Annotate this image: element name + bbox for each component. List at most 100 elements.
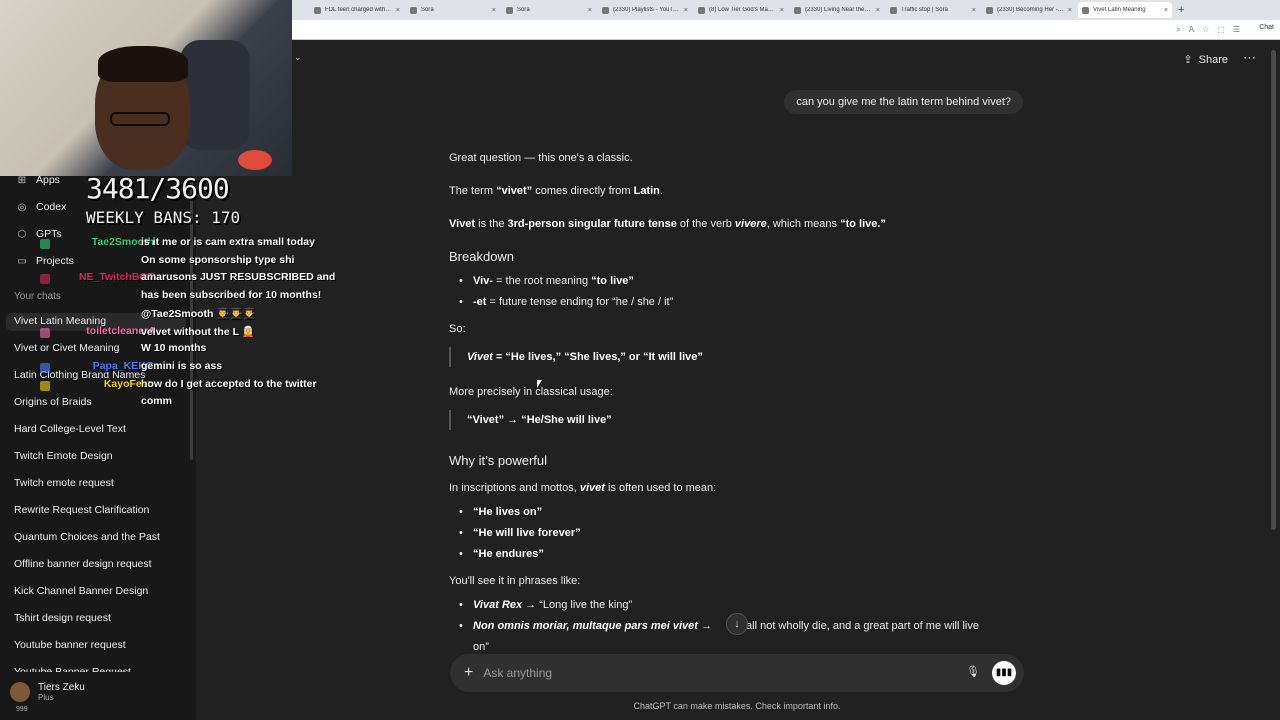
stream-chat-message: @Tae2Smooth 👨‍🎓👨‍🎓👨‍🎓 bbox=[20, 307, 360, 325]
translate-icon[interactable]: A bbox=[1189, 25, 1194, 35]
voice-mode-button[interactable]: ▮▮▮ bbox=[992, 661, 1016, 685]
sidebar-chat-item[interactable]: Youtube banner request bbox=[14, 639, 126, 651]
disclaimer: ChatGPT can make mistakes. Check importa… bbox=[633, 701, 841, 711]
stream-chat-message: W 10 months bbox=[20, 342, 360, 360]
sidebar-chat-item[interactable]: Rewrite Request Clarification bbox=[14, 504, 149, 516]
sidebar-chat-item[interactable]: Twitch emote request bbox=[14, 477, 114, 489]
phrases-label: You'll see it in phrases like: bbox=[449, 575, 581, 587]
chat-badge-icon bbox=[40, 239, 50, 249]
ban-counter: 3481/3600 bbox=[86, 172, 230, 205]
sidebar-nav-codex[interactable]: ◎ Codex bbox=[16, 201, 67, 213]
stream-chat-message: Papa_KEKG gemini is so ass bbox=[20, 360, 360, 378]
streamer-hair bbox=[98, 46, 188, 82]
chat-text: how do I get accepted to the twitter bbox=[141, 377, 317, 390]
share-button[interactable]: ⇪ Share bbox=[1183, 53, 1228, 67]
sidebar-chat-item[interactable]: Quantum Choices and the Past bbox=[14, 531, 160, 543]
blockquote: Vivet = “He lives,” “She lives,” or “It … bbox=[449, 347, 703, 367]
close-icon[interactable]: × bbox=[1164, 7, 1168, 14]
tab-title: FDL teen charged with cl… bbox=[325, 7, 392, 13]
stream-chat-message: has been subscribed for 10 months! bbox=[20, 289, 360, 307]
close-icon[interactable]: × bbox=[684, 7, 688, 14]
tab-favicon-icon bbox=[506, 6, 513, 14]
codex-icon: ◎ bbox=[17, 201, 27, 213]
more-options-icon[interactable]: ⋯ bbox=[1243, 50, 1256, 66]
sidebar-chat-item[interactable]: Tshirt design request bbox=[14, 612, 111, 624]
tab-title: Sora bbox=[517, 7, 530, 13]
precise-label: More precisely in classical usage: bbox=[449, 386, 613, 398]
close-icon[interactable]: × bbox=[396, 7, 400, 14]
gaming-chair bbox=[180, 40, 250, 150]
user-profile-button[interactable]: Tiers Zeku Plus bbox=[10, 682, 85, 702]
browser-tab[interactable]: Traffic stop | Sora × bbox=[886, 2, 980, 18]
background-object bbox=[238, 150, 272, 170]
share-icon: ⇪ bbox=[1183, 54, 1193, 66]
avatar bbox=[10, 682, 30, 702]
chevron-down-icon[interactable]: ⌄ bbox=[294, 52, 302, 63]
browser-tab[interactable]: Sora × bbox=[406, 2, 500, 18]
tab-title: Vivet Latin Meaning bbox=[1093, 7, 1146, 13]
tab-favicon-icon bbox=[602, 6, 609, 14]
browser-toolbar: ⌕ A ☆ ⬚ ☰ Chat bbox=[292, 20, 1280, 40]
close-icon[interactable]: × bbox=[780, 7, 784, 14]
user-message: can you give me the latin term behind vi… bbox=[784, 90, 1023, 114]
browser-tab[interactable]: (2330) Becoming Her - Ca… × bbox=[982, 2, 1076, 18]
browser-tab[interactable]: FDL teen charged with cl… × bbox=[310, 2, 404, 18]
browser-tab[interactable]: (2330) Playlists - YouTube × bbox=[598, 2, 692, 18]
sidebar-chat-item[interactable]: Hard College-Level Text bbox=[14, 423, 126, 435]
browser-tab[interactable]: (2330) Living Near the M… × bbox=[790, 2, 884, 18]
tab-title: (2330) Playlists - YouTube bbox=[613, 7, 680, 13]
tab-title: (2330) Living Near the M… bbox=[805, 7, 872, 13]
streamer-glasses bbox=[110, 112, 170, 126]
chat-badge-icon bbox=[40, 274, 50, 285]
microphone-icon[interactable]: 🎙 bbox=[966, 665, 980, 678]
chat-badge-icon bbox=[40, 327, 50, 338]
toolbar-icons: ⌕ A ☆ ⬚ ☰ bbox=[1176, 25, 1240, 35]
sidebar-chat-item[interactable]: Youtube Banner Request bbox=[14, 666, 131, 672]
star-icon[interactable]: ☆ bbox=[1202, 25, 1209, 35]
breakdown-heading: Breakdown bbox=[449, 249, 515, 264]
close-icon[interactable]: × bbox=[492, 7, 496, 14]
prompt-input[interactable] bbox=[483, 666, 914, 680]
sidebar-chat-item[interactable]: Twitch Emote Design bbox=[14, 450, 113, 462]
chat-text: is it me or is cam extra small today bbox=[141, 236, 315, 248]
user-badge-count: 999 bbox=[16, 706, 28, 713]
arrow-down-icon: ↓ bbox=[734, 618, 740, 630]
close-icon[interactable]: × bbox=[972, 7, 976, 14]
tab-favicon-icon bbox=[986, 6, 993, 14]
chat-badge-icon bbox=[40, 380, 50, 391]
main-scrollbar[interactable] bbox=[1271, 50, 1276, 530]
copilot-chat-button[interactable]: Chat bbox=[1259, 24, 1274, 31]
close-icon[interactable]: × bbox=[876, 7, 880, 14]
breakdown-item: Viv- = the root meaning “to live” bbox=[459, 275, 634, 287]
browser-tab[interactable]: Vivet Latin Meaning × bbox=[1078, 2, 1172, 18]
close-icon[interactable]: × bbox=[588, 7, 592, 14]
extensions-icon[interactable]: ⬚ bbox=[1217, 25, 1225, 35]
stream-chat-message: NE_TwitchBOT amarusons JUST RESUBSCRIBED … bbox=[20, 271, 360, 289]
zoom-icon[interactable]: ⌕ bbox=[1176, 25, 1180, 35]
tab-favicon-icon bbox=[794, 6, 801, 14]
close-icon[interactable]: × bbox=[1068, 7, 1072, 14]
stream-chat-message: Tae2Smooth is it me or is cam extra small… bbox=[20, 236, 360, 254]
browser-tab[interactable]: Sora × bbox=[502, 2, 596, 18]
user-plan: Plus bbox=[38, 693, 54, 702]
meaning-item: “He lives on” bbox=[459, 506, 542, 518]
stream-chat-message: KayoFeen how do I get accepted to the twi… bbox=[20, 378, 360, 396]
chat-text: gemini is so ass bbox=[141, 359, 223, 372]
sidebar-chat-item[interactable]: Kick Channel Banner Design bbox=[14, 585, 148, 597]
webcam-overlay bbox=[0, 0, 292, 176]
phrase-item: Vivat Rex → “Long live the king” bbox=[459, 599, 632, 611]
scroll-down-button[interactable]: ↓ bbox=[726, 613, 748, 635]
tab-favicon-icon bbox=[410, 6, 417, 14]
stream-chat-message: On some sponsorship type shi bbox=[20, 254, 360, 272]
breakdown-item: -et = future tense ending for “he / she … bbox=[459, 296, 673, 308]
chat-text: has been subscribed for 10 months! bbox=[141, 289, 322, 302]
sidebar-chat-item[interactable]: Offline banner design request bbox=[14, 558, 152, 570]
chat-text: velvet without the L 🧝 bbox=[141, 325, 255, 338]
chat-text: On some sponsorship type shi bbox=[141, 253, 295, 266]
so-label: So: bbox=[449, 323, 466, 335]
new-tab-button[interactable]: + bbox=[1178, 4, 1184, 16]
favorites-icon[interactable]: ☰ bbox=[1233, 25, 1240, 35]
plus-icon[interactable]: + bbox=[464, 664, 473, 682]
browser-tab[interactable]: (8) Low Tier God's Mansi… × bbox=[694, 2, 788, 18]
answer-term-line: The term “vivet” comes directly from Lat… bbox=[449, 185, 663, 197]
